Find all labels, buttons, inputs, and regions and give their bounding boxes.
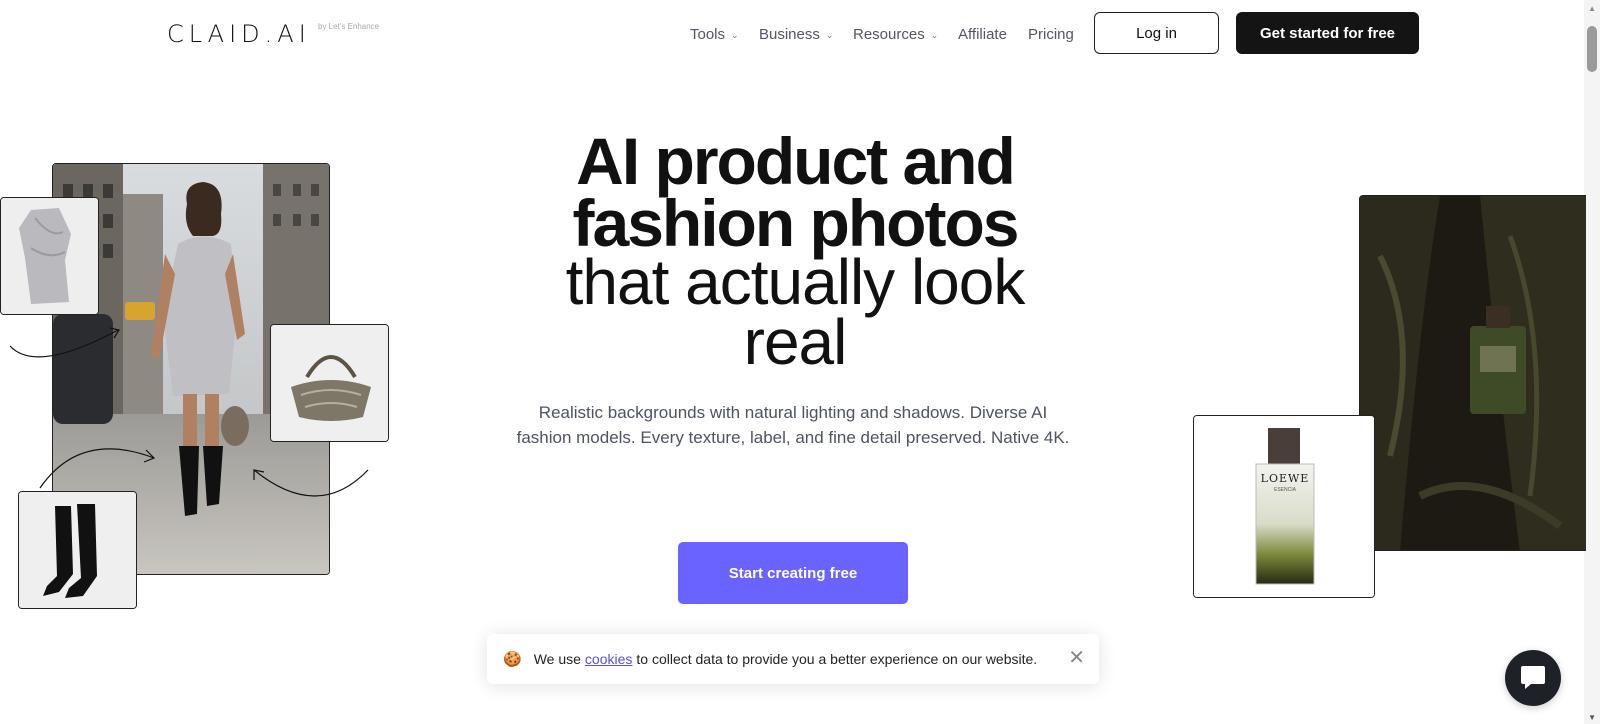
nav-label: Pricing bbox=[1028, 25, 1074, 43]
hero-title-line: real bbox=[743, 306, 848, 378]
chevron-down-icon: ⌄ bbox=[825, 29, 834, 40]
get-started-button[interactable]: Get started for free bbox=[1236, 12, 1419, 54]
start-creating-button[interactable]: Start creating free bbox=[678, 542, 908, 604]
boots-product-card bbox=[18, 491, 137, 609]
chat-widget-button[interactable] bbox=[1505, 650, 1561, 706]
perfume-sub-label: ESENCIA bbox=[1274, 487, 1296, 493]
nav-item-business[interactable]: Business ⌄ bbox=[759, 24, 833, 44]
nav-label: Business bbox=[759, 25, 820, 43]
chevron-down-icon: ⌄ bbox=[731, 29, 739, 40]
hero-description: Realistic backgrounds with natural light… bbox=[516, 403, 1070, 447]
brand-logo[interactable]: CLAID.AI bbox=[167, 20, 311, 48]
brand-subtitle: by Let's Enhance bbox=[318, 22, 380, 31]
close-icon[interactable]: ✕ bbox=[1068, 648, 1085, 668]
hero-title-light: that actually look real bbox=[520, 246, 1070, 378]
chevron-down-icon: ⌄ bbox=[930, 29, 939, 40]
hero-title-line: that actually look bbox=[565, 246, 1026, 318]
curved-arrow-icon bbox=[39, 448, 156, 489]
perfume-forest-photo bbox=[1359, 195, 1586, 551]
perfume-brand-label: LOEWE bbox=[1260, 472, 1310, 485]
nav-item-affiliate[interactable]: Affiliate bbox=[958, 24, 1007, 44]
login-button[interactable]: Log in bbox=[1094, 12, 1219, 54]
handbag-product-card bbox=[270, 324, 389, 442]
nav-item-resources[interactable]: Resources ⌄ bbox=[853, 24, 938, 44]
chat-icon bbox=[1521, 666, 1545, 689]
nav-label: Resources bbox=[853, 25, 925, 43]
boots-product-image bbox=[19, 492, 136, 608]
scrollbar-thumb[interactable] bbox=[1587, 26, 1597, 72]
page-scrollbar[interactable]: ▲ ▼ bbox=[1584, 0, 1600, 724]
cookie-banner: 🍪 We use cookies to collect data to prov… bbox=[487, 634, 1099, 684]
handbag-product-image bbox=[271, 325, 388, 441]
cookies-link[interactable]: cookies bbox=[585, 651, 632, 667]
nav-item-tools[interactable]: Tools ⌄ bbox=[690, 24, 739, 44]
curved-arrow-icon bbox=[253, 469, 369, 497]
perfume-product-card: LOEWE ESENCIA bbox=[1193, 415, 1375, 598]
scroll-up-arrow-icon[interactable]: ▲ bbox=[1588, 4, 1596, 13]
nav-item-pricing[interactable]: Pricing bbox=[1028, 24, 1074, 44]
scroll-down-arrow-icon[interactable]: ▼ bbox=[1588, 713, 1596, 722]
perfume-forest-illustration bbox=[1360, 196, 1586, 550]
perfume-bottle-image bbox=[1194, 416, 1374, 597]
dress-product-image bbox=[1, 198, 98, 314]
cookie-text-before: We use bbox=[533, 651, 581, 667]
hero-title-line: fashion photos bbox=[572, 186, 1020, 260]
cookie-icon: 🍪 bbox=[503, 651, 522, 668]
cookie-text-after: to collect data to provide you a better … bbox=[636, 651, 1038, 667]
hero-title-line: AI product and bbox=[576, 124, 1016, 198]
nav-label: Affiliate bbox=[958, 25, 1007, 43]
hero-title-bold: AI product and fashion photos bbox=[520, 124, 1070, 260]
dress-product-card bbox=[0, 197, 99, 315]
nav-label: Tools bbox=[690, 25, 726, 43]
curved-arrow-icon bbox=[9, 327, 120, 358]
